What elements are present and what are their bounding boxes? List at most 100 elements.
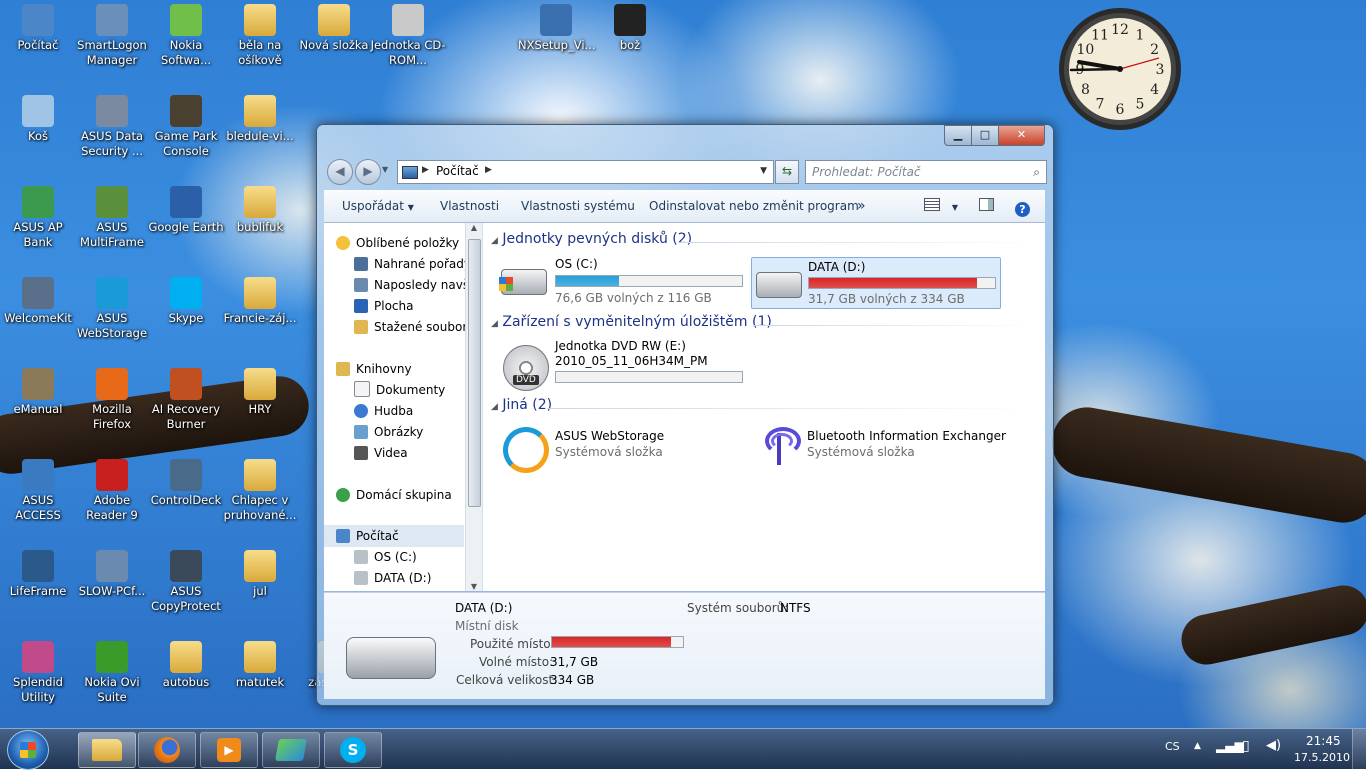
start-button[interactable] xyxy=(7,730,49,770)
desktop-icon-item[interactable]: Adobe Reader 9 xyxy=(74,455,150,523)
desktop-icon-item[interactable]: ASUS CopyProtect xyxy=(148,546,224,614)
desktop-icon-item[interactable]: ASUS Data Security ... xyxy=(74,91,150,159)
desktop-icon-item[interactable]: Nová složka xyxy=(296,0,372,53)
dvd-drive-item[interactable]: DVD Jednotka DVD RW (E:) 2010_05_11_06H3… xyxy=(497,339,747,391)
desktop-icon-item[interactable]: bledule-vi... xyxy=(222,91,298,144)
desktop-icon-item[interactable]: ASUS AP Bank xyxy=(0,182,76,250)
desktop-icon-item[interactable]: ASUS WebStorage xyxy=(74,273,150,341)
desktop-icon-item[interactable]: Chlapec v pruhované... xyxy=(222,455,298,523)
group-removable[interactable]: ◢ Zařízení s vyměnitelným úložištěm (1) xyxy=(491,314,772,330)
nav-downloads[interactable]: Stažené soubory xyxy=(354,317,474,337)
desktop-icon-item[interactable]: běla na ošíkově xyxy=(222,0,298,68)
address-bar[interactable]: ▶ Počítač ▶ ▼ xyxy=(397,160,774,184)
volume-icon[interactable]: ◀) xyxy=(1266,738,1281,753)
explorer-window[interactable]: ▁ □ ✕ ◀ ▶ ▼ ▶ Počítač ▶ ▼ ⇆ Prohledat: P… xyxy=(316,124,1054,706)
nav-homegroup[interactable]: Domácí skupina xyxy=(336,485,452,505)
nav-favorites[interactable]: Oblíbené položky xyxy=(336,233,459,253)
organize-button[interactable]: Uspořádat ▼ xyxy=(342,190,414,224)
desktop-icon-item[interactable]: AI Recovery Burner xyxy=(148,364,224,432)
nav-documents[interactable]: Dokumenty xyxy=(354,380,445,400)
desktop-icon-item[interactable]: Splendid Utility xyxy=(0,637,76,705)
properties-button[interactable]: Vlastnosti xyxy=(440,190,499,222)
desktop-icon-item[interactable]: bož xyxy=(592,0,668,53)
group-hard-drives[interactable]: ◢ Jednotky pevných disků (2) xyxy=(491,231,692,247)
nav-computer[interactable]: Počítač xyxy=(336,526,399,546)
taskbar-skype-button[interactable]: S xyxy=(324,732,382,768)
nav-libraries[interactable]: Knihovny xyxy=(336,359,412,379)
nav-scrollbar-thumb[interactable] xyxy=(468,239,481,507)
desktop-icon-item[interactable]: Nokia Softwa... xyxy=(148,0,224,68)
nav-drive-d[interactable]: DATA (D:) xyxy=(354,568,431,588)
help-button[interactable]: ? xyxy=(1015,190,1030,222)
nav-videos[interactable]: Videa xyxy=(354,443,408,463)
desktop-icon-item[interactable]: Počítač xyxy=(0,0,76,53)
desktop-icon-item[interactable]: NXSetup_Vi... xyxy=(518,0,595,53)
desktop-icon-item[interactable]: LifeFrame xyxy=(0,546,76,599)
more-commands-button[interactable]: » xyxy=(857,190,866,222)
desktop-icon-item[interactable]: Francie-záj... xyxy=(222,273,298,326)
clock-date[interactable]: 17.5.2010 xyxy=(1294,751,1350,764)
desktop-icon-item[interactable]: Nokia Ovi Suite xyxy=(74,637,150,705)
language-indicator[interactable]: CS xyxy=(1165,740,1180,753)
asus-webstorage-item[interactable]: ASUS WebStorage Systémová složka xyxy=(497,423,737,473)
nav-desktop[interactable]: Plocha xyxy=(354,296,413,316)
clock-time[interactable]: 21:45 xyxy=(1306,734,1341,748)
drive-d-item[interactable]: DATA (D:) 31,7 GB volných z 334 GB xyxy=(751,257,1001,309)
network-signal-icon[interactable]: ▂▄▆ xyxy=(1216,739,1244,753)
desktop-icon-item[interactable]: eManual xyxy=(0,364,76,417)
desktop-icon-item[interactable]: SLOW-PCf... xyxy=(74,546,150,599)
folder-icon xyxy=(318,4,350,36)
show-desktop-button[interactable] xyxy=(1352,729,1366,769)
desktop-icon-item[interactable]: Mozilla Firefox xyxy=(74,364,150,432)
preview-pane-button[interactable] xyxy=(979,190,994,222)
desktop-icon-item[interactable]: Koš xyxy=(0,91,76,144)
nav-scrollbar[interactable]: ▲ ▼ xyxy=(465,223,482,591)
forward-button[interactable]: ▶ xyxy=(355,159,381,185)
maximize-button[interactable]: □ xyxy=(971,125,999,146)
desktop-icon-item[interactable]: Skype xyxy=(148,273,224,326)
scroll-up-icon[interactable]: ▲ xyxy=(466,223,482,237)
clock-gadget[interactable]: 121234567891011 xyxy=(1057,6,1183,132)
desktop-icon-label: Nokia Ovi Suite xyxy=(84,675,140,704)
minimize-button[interactable]: ▁ xyxy=(944,125,972,146)
breadcrumb-computer[interactable]: Počítač xyxy=(436,164,479,178)
desktop-icon-item[interactable]: autobus xyxy=(148,637,224,690)
uninstall-program-button[interactable]: Odinstalovat nebo změnit program xyxy=(649,190,859,222)
nav-drive-c[interactable]: OS (C:) xyxy=(354,547,417,567)
desktop-icon-item[interactable]: HRY xyxy=(222,364,298,417)
desktop-icon-item[interactable]: Game Park Console xyxy=(148,91,224,159)
desktop-icon-item[interactable]: ASUS MultiFrame xyxy=(74,182,150,250)
address-dropdown-icon[interactable]: ▼ xyxy=(760,166,767,176)
taskbar-messenger-button[interactable] xyxy=(262,732,320,768)
nav-pictures[interactable]: Obrázky xyxy=(354,422,423,442)
taskbar-explorer-button[interactable] xyxy=(78,732,136,768)
power-icon[interactable]: ▯ xyxy=(1242,738,1250,754)
desktop-icon-item[interactable]: ASUS ACCESS xyxy=(0,455,76,523)
show-hidden-icons-icon[interactable]: ▲ xyxy=(1194,741,1201,751)
close-button[interactable]: ✕ xyxy=(998,125,1045,146)
desktop-icon-label: ASUS ACCESS xyxy=(15,493,61,522)
desktop-icon-item[interactable]: Google Earth xyxy=(148,182,224,235)
taskbar-media-player-button[interactable]: ▶ xyxy=(200,732,258,768)
desktop-icon-item[interactable]: bublifuk xyxy=(222,182,298,235)
refresh-button[interactable]: ⇆ xyxy=(775,160,799,184)
taskbar-firefox-button[interactable] xyxy=(138,732,196,768)
back-button[interactable]: ◀ xyxy=(327,159,353,185)
drive-c-item[interactable]: OS (C:) 76,6 GB volných z 116 GB xyxy=(497,257,747,307)
desktop-icon-item[interactable]: jul xyxy=(222,546,298,599)
scroll-down-icon[interactable]: ▼ xyxy=(466,582,482,591)
desktop-icon-item[interactable]: SmartLogon Manager xyxy=(74,0,150,68)
desktop-icon-item[interactable]: matutek xyxy=(222,637,298,690)
nav-recorded-tv[interactable]: Nahrané pořady xyxy=(354,254,471,274)
desktop-icon-item[interactable]: WelcomeKit xyxy=(0,273,76,326)
desktop-icon-item[interactable]: Jednotka CD-ROM... xyxy=(370,0,446,68)
desktop-icon-item[interactable]: ControlDeck xyxy=(148,455,224,508)
system-properties-button[interactable]: Vlastnosti systému xyxy=(521,190,635,222)
search-input[interactable]: Prohledat: Počítač ⌕ xyxy=(805,160,1047,184)
nav-music[interactable]: Hudba xyxy=(354,401,413,421)
nav-recent-places[interactable]: Naposledy navští xyxy=(354,275,477,295)
recent-pages-dropdown[interactable]: ▼ xyxy=(382,165,388,174)
bluetooth-exchanger-item[interactable]: Bluetooth Information Exchanger Systémov… xyxy=(751,423,1031,471)
group-other[interactable]: ◢ Jiná (2) xyxy=(491,397,552,413)
view-options-button[interactable]: ▼ xyxy=(924,190,958,224)
